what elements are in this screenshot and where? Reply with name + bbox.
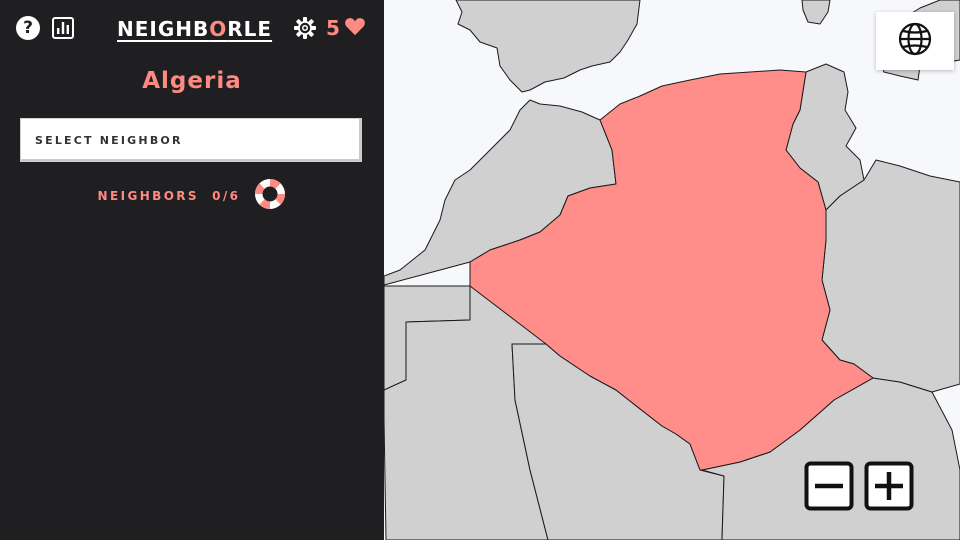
stats-icon[interactable] (51, 16, 75, 40)
zoom-in-icon[interactable] (864, 461, 914, 511)
top-bar: ? NEIGHBORLE 5 (0, 0, 384, 56)
logo-suffix: RLE (227, 17, 273, 41)
lives-count: 5 (326, 16, 340, 40)
select-neighbor-label: SELECT NEIGHBOR (35, 133, 183, 147)
game-logo: NEIGHBORLE (117, 17, 272, 41)
zoom-out-icon[interactable] (804, 461, 854, 511)
lifebuoy-icon[interactable] (254, 178, 286, 214)
globe-icon (897, 21, 933, 61)
language-button[interactable] (876, 12, 954, 70)
gear-icon[interactable] (293, 16, 317, 40)
logo-highlight: O (209, 17, 228, 41)
libya-land (821, 159, 960, 393)
lives-counter: 5 (326, 16, 366, 40)
neighbors-label: NEIGHBORS (97, 189, 199, 203)
logo-prefix: NEIGHB (117, 17, 210, 41)
neighbors-progress: NEIGHBORS 0/6 (0, 178, 384, 214)
neighbors-counter: NEIGHBORS 0/6 (98, 189, 241, 203)
neighbors-count: 0/6 (212, 189, 241, 203)
help-icon[interactable]: ? (16, 16, 40, 40)
world-map[interactable] (384, 0, 960, 540)
select-neighbor-dropdown[interactable]: SELECT NEIGHBOR (20, 118, 362, 162)
heart-icon (344, 16, 366, 40)
target-country-name: Algeria (142, 68, 242, 94)
sidebar: ? NEIGHBORLE 5 Algeria SELECT NEIGHBOR N… (0, 0, 384, 540)
